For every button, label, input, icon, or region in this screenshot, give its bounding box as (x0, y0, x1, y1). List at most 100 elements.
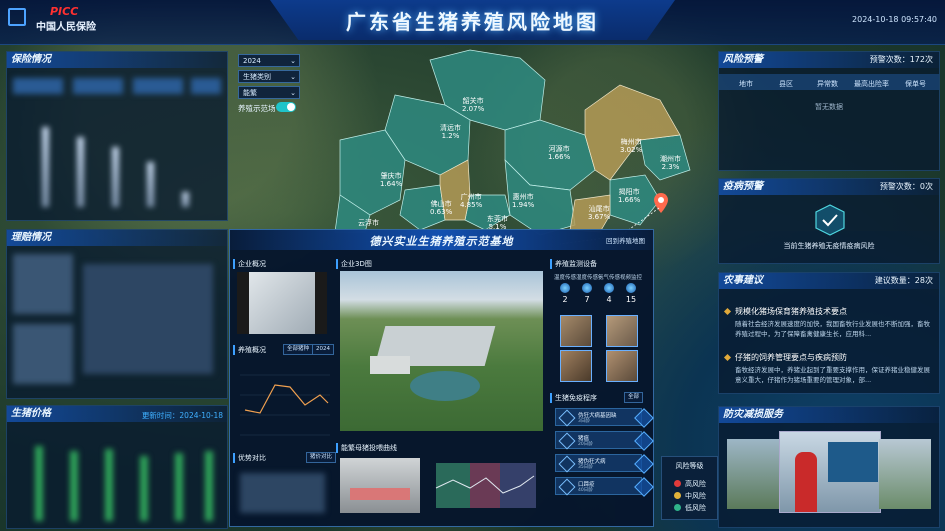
epidemic-title: 疫病预警 预警次数：0次 (719, 179, 939, 195)
breeding-year-select[interactable]: 2024 (312, 344, 334, 355)
region-label-meizhou: 梅州市 3.02% (620, 138, 643, 154)
advantage-chart-blurred (240, 468, 325, 518)
procedure-age: 3日龄 (578, 419, 590, 424)
claims-chart-blurred (13, 254, 223, 389)
device-camera[interactable]: 视频监控 15 (620, 273, 642, 304)
section-advantage: 优势对比 (233, 453, 266, 463)
device-ammonia[interactable]: 氨气传感 4 (598, 273, 620, 304)
risk-col-max-rate: 最高出险率 (854, 80, 889, 88)
device-label: 氨气传感 (598, 275, 621, 281)
risk-count: 预警次数：172次 (869, 55, 933, 64)
advice-count: 建议数量：28次 (874, 276, 933, 285)
procedure-select[interactable]: 全部 (624, 392, 644, 403)
page-title: 广东省生猪养殖风险地图 (346, 10, 599, 34)
service-photo-left[interactable] (727, 439, 779, 509)
procedure-row[interactable]: 猪瘟 20日龄 (555, 431, 654, 451)
epidemic-title-text: 疫病预警 (723, 181, 763, 192)
procedure-row[interactable]: 口蹄疫 40日龄 (555, 477, 654, 497)
region-label-qingyuan: 清远市 1.2% (440, 124, 461, 140)
service-title: 防灾减损服务 (719, 407, 939, 423)
year-select[interactable]: 2024 ⌄ (238, 54, 300, 67)
insurance-panel: 保险情况 (6, 51, 228, 221)
section-sow-curve: 能繁母猪投喂曲线 (336, 443, 397, 453)
sensor-icon (582, 283, 592, 293)
section-breeding: 养殖概况 (233, 345, 266, 355)
camera-feed-3[interactable] (560, 350, 592, 382)
sensor-icon (560, 283, 570, 293)
procedure-age: 40日龄 (578, 488, 593, 493)
region-label-shaoguan: 韶关市 2.07% (462, 97, 485, 113)
advice-item-title[interactable]: 仔猪的饲养管理要点与疾病预防 (735, 352, 847, 363)
advantage-select[interactable]: 猪价对比 (306, 452, 337, 463)
advice-item-title[interactable]: 规模化猪场保育猪养殖技术要点 (735, 306, 847, 317)
epidemic-panel: 疫病预警 预警次数：0次 当前生猪养殖无疫情疫病风险 (718, 178, 940, 264)
presentation-screen (828, 442, 878, 482)
device-label: 温度传感 (554, 275, 577, 281)
risk-legend: 风险等级 高风险 中风险 低风险 (661, 456, 718, 520)
farm-3d-image[interactable] (340, 271, 543, 431)
logo-brand: PICC (50, 5, 79, 18)
region-label-chaozhou: 潮州市 2.3% (660, 155, 681, 171)
device-count: 15 (625, 295, 637, 304)
syringe-icon (558, 409, 576, 427)
claims-panel: 理赔情况 (6, 229, 228, 399)
syringe-icon (558, 455, 576, 473)
camera-feed-1[interactable] (560, 315, 592, 347)
logo-text: 中国人民保险 (36, 22, 96, 33)
legend-label: 低风险 (685, 504, 706, 512)
service-photo-right[interactable] (879, 439, 931, 509)
breeding-line-chart (240, 374, 330, 436)
section-procedure: 生猪免疫程序 (550, 393, 597, 403)
risk-empty-text: 暂无数据 (815, 103, 843, 111)
risk-col-city: 地市 (739, 80, 753, 88)
service-video[interactable] (779, 431, 881, 513)
legend-item-medium: 中风险 (674, 491, 706, 501)
claims-title: 理赔情况 (7, 230, 227, 246)
procedure-row[interactable]: 伪狂犬病基因缺 3日龄 (555, 408, 654, 428)
chevron-down-icon: ⌄ (290, 57, 296, 65)
device-count: 2 (562, 295, 568, 304)
category-select-value: 生猪类别 (243, 73, 271, 81)
back-to-map-button[interactable]: 回到养殖地图 (606, 235, 645, 245)
year-select-value: 2024 (243, 57, 261, 65)
syringe-icon (558, 432, 576, 450)
price-chart-blurred (25, 436, 220, 521)
section-3d-view: 企业3D图 (336, 259, 372, 269)
section-overview: 企业概况 (233, 259, 266, 269)
chevron-down-icon: ⌄ (290, 89, 296, 97)
risk-col-anomaly: 异常数 (817, 80, 838, 88)
metric-select[interactable]: 能繁 ⌄ (238, 86, 300, 99)
camera-feed-4[interactable] (606, 350, 638, 382)
top-header: PICC 中国人民保险 广东省生猪养殖风险地图 2024-10-18 09:57… (0, 0, 945, 45)
region-label-guangzhou: 广州市 4.85% (460, 193, 483, 209)
category-select[interactable]: 生猪类别 ⌄ (238, 70, 300, 83)
sow-photo[interactable] (340, 458, 420, 513)
region-label-foshan: 佛山市 0.63% (430, 200, 453, 216)
legend-item-high: 高风险 (674, 479, 706, 489)
camera-feed-2[interactable] (606, 315, 638, 347)
device-temperature[interactable]: 温度传感 2 (554, 273, 576, 304)
sensor-icon (604, 283, 614, 293)
device-count: 4 (606, 295, 612, 304)
demo-farm-toggle[interactable] (276, 102, 296, 112)
risk-warning-panel: 风险预警 预警次数：172次 地市 县区 异常数 最高出险率 保单号 暂无数据 (718, 51, 940, 171)
legend-item-low: 低风险 (674, 503, 706, 513)
advice-item-body: 畜牧经济发展中，养猪业起到了重要支撑作用，保证养猪业稳健发展意义重大，仔猪作为猪… (735, 366, 930, 384)
device-label: 湿度传感 (576, 275, 599, 281)
device-count: 7 (584, 295, 590, 304)
risk-col-policy: 保单号 (905, 80, 926, 88)
datetime: 2024-10-18 09:57:40 (852, 15, 937, 24)
device-label: 视频监控 (620, 275, 643, 281)
syringe-icon (558, 478, 576, 496)
epidemic-count: 预警次数：0次 (879, 182, 933, 191)
logo-emblem-icon (8, 8, 26, 26)
procedure-row[interactable]: 猪伪狂犬病 35日龄 (555, 454, 654, 474)
overview-video[interactable] (237, 272, 327, 334)
risk-title: 风险预警 预警次数：172次 (719, 52, 939, 68)
yellow-dot-icon (674, 492, 681, 499)
breeding-select[interactable]: 全部猪种 (283, 344, 314, 355)
insurance-chart-blurred (27, 112, 217, 207)
device-humidity[interactable]: 湿度传感 7 (576, 273, 598, 304)
risk-title-text: 风险预警 (723, 54, 763, 65)
legend-title: 风险等级 (675, 462, 704, 470)
